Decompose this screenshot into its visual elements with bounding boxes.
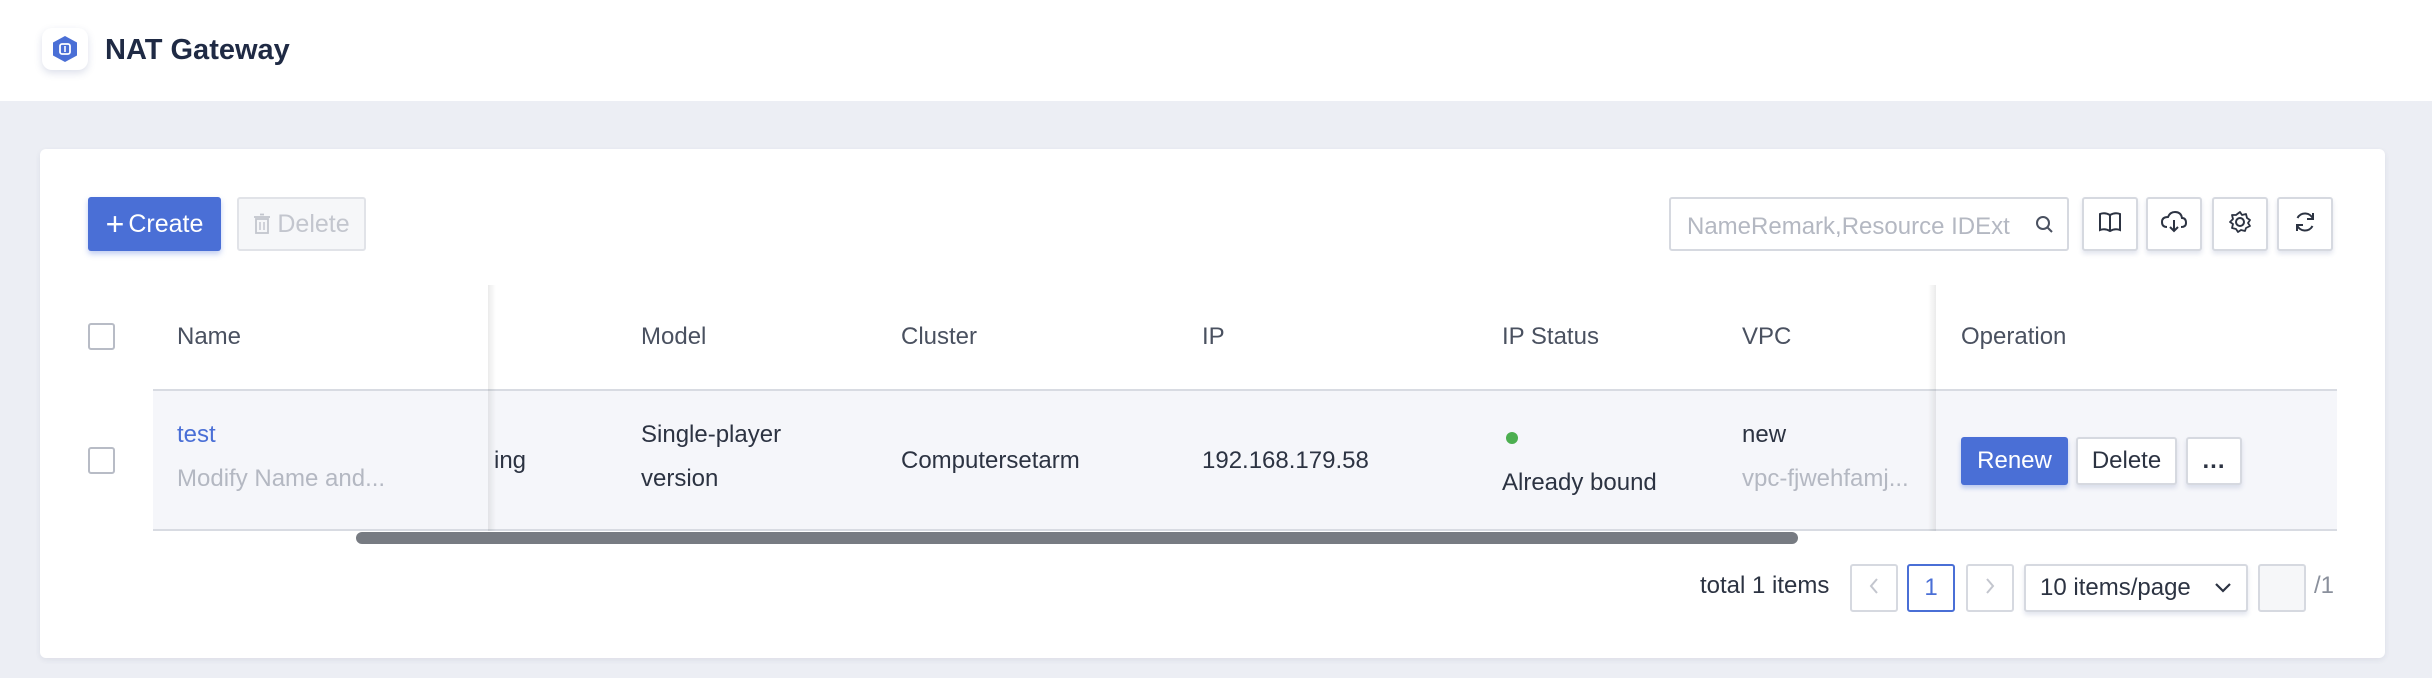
- refresh-icon: [2293, 210, 2317, 239]
- trash-icon: [253, 213, 271, 235]
- next-page-button[interactable]: [1966, 564, 2014, 612]
- column-header-name[interactable]: Name: [177, 323, 241, 351]
- page-title: NAT Gateway: [105, 34, 290, 66]
- column-header-cluster[interactable]: Cluster: [901, 323, 977, 351]
- chevron-right-icon: [1984, 574, 1996, 602]
- search-placeholder: NameRemark,Resource IDExt: [1687, 213, 2010, 240]
- delete-label: Delete: [277, 209, 350, 238]
- more-actions-button[interactable]: ...: [2186, 437, 2242, 485]
- page-jump-input[interactable]: [2258, 564, 2306, 612]
- row-delete-button[interactable]: Delete: [2076, 437, 2177, 485]
- search-icon: [2035, 215, 2055, 240]
- docs-button[interactable]: [2082, 197, 2138, 251]
- vpc-name-cell: new: [1742, 421, 1787, 448]
- chevron-down-icon: [2214, 566, 2232, 625]
- gateway-name-link[interactable]: test: [177, 413, 216, 457]
- renew-button[interactable]: Renew: [1961, 437, 2068, 485]
- cloud-download-icon: [2160, 210, 2188, 238]
- ip-cell: 192.168.179.58: [1202, 447, 1369, 474]
- top-bar: NAT Gateway: [0, 0, 2432, 101]
- plus-icon: +: [105, 206, 125, 242]
- column-header-ip-status[interactable]: IP Status: [1502, 323, 1599, 351]
- settings-button[interactable]: [2212, 197, 2268, 251]
- page-1-button[interactable]: 1: [1907, 564, 1955, 612]
- total-pages-label: /1: [2314, 572, 2335, 599]
- status-cell-partial: ing: [494, 447, 527, 474]
- status-dot-icon: [1506, 431, 1518, 449]
- page-size-value: 10 items/page: [2040, 574, 2191, 601]
- prev-page-button[interactable]: [1850, 564, 1898, 612]
- fixed-column-shadow-right: [1928, 285, 1936, 531]
- ip-status-cell: Already bound: [1502, 469, 1657, 496]
- column-header-model[interactable]: Model: [641, 323, 706, 351]
- table-row-divider: [153, 529, 2337, 531]
- column-header-vpc[interactable]: VPC: [1742, 323, 1791, 351]
- row-checkbox[interactable]: [88, 447, 115, 474]
- model-cell-line1: Single-player: [641, 421, 782, 448]
- select-all-checkbox[interactable]: [88, 323, 115, 350]
- fixed-column-shadow-left: [488, 285, 496, 531]
- refresh-button[interactable]: [2277, 197, 2333, 251]
- horizontal-scrollbar[interactable]: [356, 532, 1798, 544]
- delete-button[interactable]: Delete: [237, 197, 366, 251]
- search-input[interactable]: NameRemark,Resource IDExt: [1669, 197, 2069, 251]
- content-card: + Create Delete NameRemark,Resource IDEx…: [40, 149, 2385, 658]
- total-items-label: total 1 items: [1700, 572, 1830, 599]
- column-header-operation: Operation: [1961, 323, 2067, 350]
- nat-gateway-logo-icon: [42, 28, 88, 70]
- vpc-id-cell: vpc-fjwehfamj...: [1742, 465, 1909, 492]
- create-button[interactable]: + Create: [88, 197, 221, 251]
- export-button[interactable]: [2146, 197, 2202, 251]
- model-cell-line2: version: [641, 465, 719, 492]
- column-header-ip[interactable]: IP: [1202, 323, 1225, 351]
- gear-icon: [2228, 210, 2252, 239]
- cluster-cell: Computersetarm: [901, 447, 1080, 474]
- modify-name-link[interactable]: Modify Name and...: [177, 457, 385, 501]
- chevron-left-icon: [1868, 574, 1880, 602]
- create-label: Create: [128, 209, 204, 238]
- page-size-select[interactable]: 10 items/page: [2024, 564, 2248, 612]
- book-icon: [2098, 211, 2122, 238]
